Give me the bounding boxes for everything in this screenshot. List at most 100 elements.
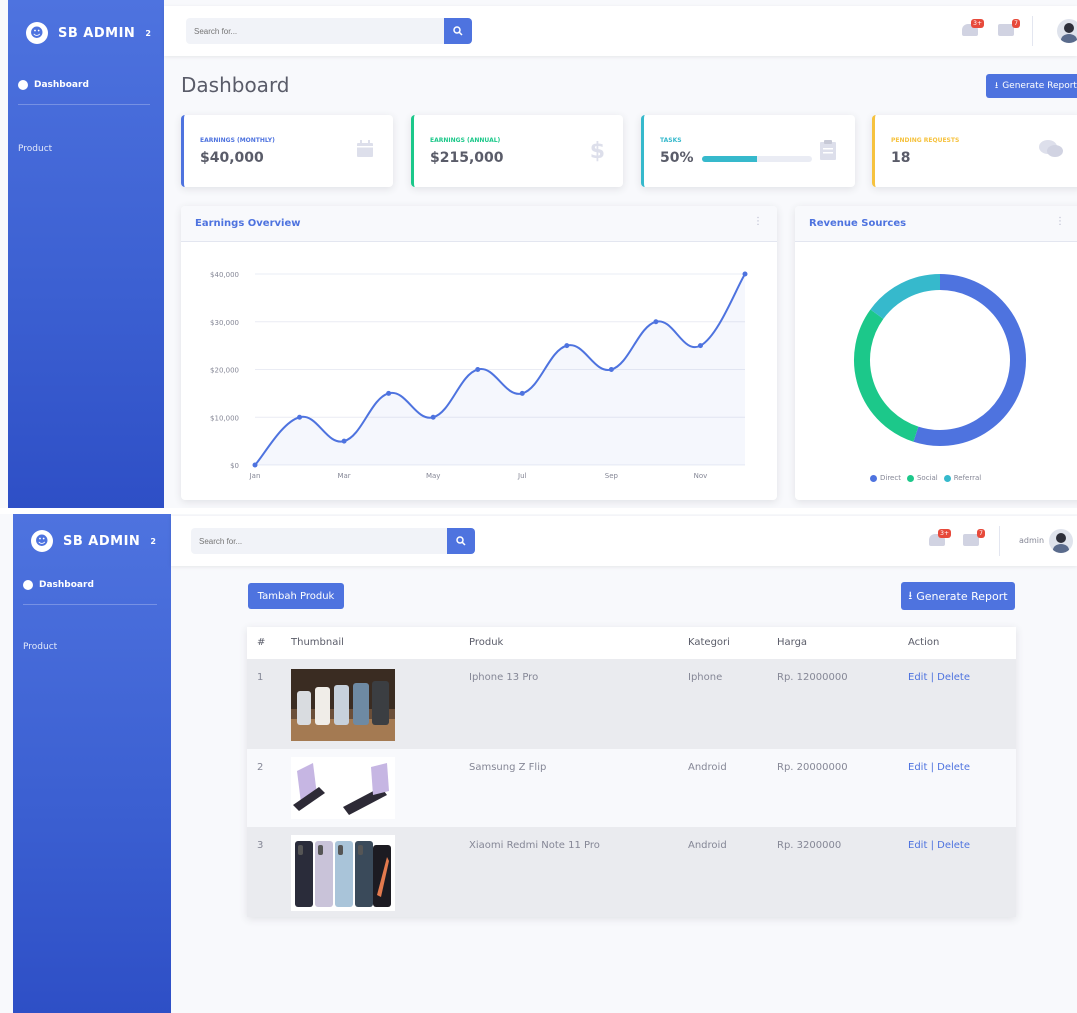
- brand-sup: 2: [150, 536, 157, 546]
- card-label: TASKS: [660, 137, 682, 144]
- donut-slice-direct[interactable]: [913, 274, 1026, 446]
- topbar-divider: [1032, 16, 1033, 46]
- xiaomi-thumbnail: [291, 835, 395, 911]
- dashboard-screenshot: ☻ SB ADMIN 2 Dashboard Product 3+ 7 Dashb…: [0, 0, 1077, 508]
- data-point[interactable]: [430, 414, 436, 420]
- row-number: 2: [257, 762, 264, 773]
- data-point[interactable]: [475, 367, 481, 372]
- brand[interactable]: ☻ SB ADMIN 2: [26, 22, 151, 44]
- data-point[interactable]: [653, 319, 659, 325]
- x-tick-label: May: [426, 472, 440, 480]
- sidebar: ☻ SB ADMIN 2 Dashboard Product: [13, 514, 171, 1013]
- search-input[interactable]: [191, 528, 447, 554]
- legend-label: Referral: [953, 474, 982, 482]
- product-name: Xiaomi Redmi Note 11 Pro: [469, 840, 600, 851]
- edit-link[interactable]: Edit: [908, 672, 927, 683]
- data-point[interactable]: [564, 343, 570, 349]
- delete-link[interactable]: Delete: [937, 672, 970, 683]
- legend-label: Direct: [880, 474, 901, 482]
- sidebar-item-dashboard[interactable]: Dashboard: [18, 80, 89, 90]
- card-label: PENDING REQUESTS: [891, 137, 960, 144]
- user-avatar[interactable]: [1057, 19, 1077, 43]
- tasks-card: TASKS 50%: [641, 115, 855, 187]
- revenue-donut-chart: [854, 274, 1026, 446]
- legend-item-referral[interactable]: Referral: [943, 474, 982, 482]
- sidebar-divider: [18, 104, 150, 105]
- column-header: Kategori: [688, 637, 730, 648]
- data-point[interactable]: [608, 367, 614, 372]
- sidebar-item-product[interactable]: Product: [18, 144, 52, 154]
- donut-slice-referral[interactable]: [870, 274, 941, 320]
- y-tick-label: $0: [230, 462, 239, 470]
- delete-link[interactable]: Delete: [937, 840, 970, 851]
- add-product-button[interactable]: Tambah Produk: [248, 583, 344, 609]
- alerts-bell-icon[interactable]: 3+: [962, 19, 984, 36]
- y-tick-label: $40,000: [210, 271, 239, 279]
- donut-legend: Direct Social Referral: [870, 474, 981, 482]
- generate-report-button[interactable]: ⭳ Generate Report: [901, 582, 1015, 610]
- row-number: 1: [257, 672, 264, 683]
- sidebar-item-label: Dashboard: [39, 580, 94, 590]
- brand[interactable]: ☻ SB ADMIN 2: [31, 530, 156, 552]
- data-point[interactable]: [297, 414, 303, 420]
- search-button[interactable]: [447, 528, 475, 554]
- user-avatar[interactable]: [1049, 529, 1073, 553]
- tachometer-icon: [18, 80, 28, 90]
- ellipsis-vertical-icon[interactable]: ⋮: [753, 216, 763, 227]
- edit-link[interactable]: Edit: [908, 840, 927, 851]
- data-point[interactable]: [697, 343, 703, 349]
- action-separator: |: [930, 840, 934, 851]
- y-tick-label: $10,000: [210, 414, 239, 422]
- search-icon: [453, 26, 463, 36]
- sidebar-item-dashboard[interactable]: Dashboard: [23, 580, 94, 590]
- messages-envelope-icon[interactable]: 7: [963, 529, 985, 546]
- edit-link[interactable]: Edit: [908, 762, 927, 773]
- generate-report-label: Generate Report: [1002, 81, 1077, 91]
- data-point[interactable]: [252, 462, 258, 468]
- donut-slice-social[interactable]: [854, 309, 919, 442]
- alerts-badge: 3+: [971, 19, 984, 28]
- card-value: $40,000: [200, 150, 264, 166]
- sidebar-item-product[interactable]: Product: [23, 642, 57, 652]
- messages-envelope-icon[interactable]: 7: [998, 19, 1020, 36]
- x-tick-label: Jul: [517, 472, 527, 480]
- earnings-annual-card: EARNINGS (ANNUAL) $215,000 $: [411, 115, 623, 187]
- x-tick-label: Nov: [694, 472, 708, 480]
- legend-item-direct[interactable]: Direct: [870, 474, 901, 482]
- action-separator: |: [930, 672, 934, 683]
- iphone-thumbnail: [291, 669, 395, 741]
- row-number: 3: [257, 840, 264, 851]
- dollar-icon: $: [589, 139, 605, 164]
- legend-item-social[interactable]: Social: [906, 474, 938, 482]
- clipboard-icon: [819, 139, 837, 167]
- laugh-wink-icon: ☻: [31, 530, 53, 552]
- user-name[interactable]: admin: [1019, 536, 1044, 545]
- pending-requests-card: PENDING REQUESTS 18: [872, 115, 1077, 187]
- column-header: Action: [908, 637, 940, 648]
- alerts-bell-icon[interactable]: 3+: [929, 529, 951, 546]
- product-category: Iphone: [688, 672, 723, 683]
- search-button[interactable]: [444, 18, 472, 44]
- data-point[interactable]: [742, 271, 748, 277]
- brand-name: SB ADMIN: [63, 533, 141, 549]
- data-point[interactable]: [341, 438, 347, 444]
- earnings-overview-card: Earnings Overview ⋮ $0 $10,000 $20,000 $30,…: [181, 206, 777, 500]
- y-tick-label: $30,000: [210, 319, 239, 327]
- product-name: Iphone 13 Pro: [469, 672, 539, 683]
- data-point[interactable]: [386, 390, 392, 396]
- delete-link[interactable]: Delete: [937, 762, 970, 773]
- tachometer-icon: [23, 580, 33, 590]
- earnings-area-chart: $0 $10,000 $20,000 $30,000 $40,000 Jan Mar May J…: [210, 271, 748, 480]
- tasks-progress-bar: [702, 156, 812, 162]
- column-header: Produk: [469, 637, 504, 648]
- row-actions: Edit | Delete: [908, 762, 970, 773]
- data-point[interactable]: [519, 390, 525, 396]
- ellipsis-vertical-icon[interactable]: ⋮: [1055, 216, 1065, 227]
- column-header: Thumbnail: [291, 637, 344, 648]
- card-header: Revenue Sources ⋮: [795, 206, 1077, 242]
- generate-report-button[interactable]: ⭳ Generate Report: [986, 74, 1077, 98]
- card-value: 18: [891, 150, 911, 166]
- product-price: Rp. 12000000: [777, 672, 848, 683]
- search-input[interactable]: [186, 18, 444, 44]
- messages-badge: 7: [1012, 19, 1020, 28]
